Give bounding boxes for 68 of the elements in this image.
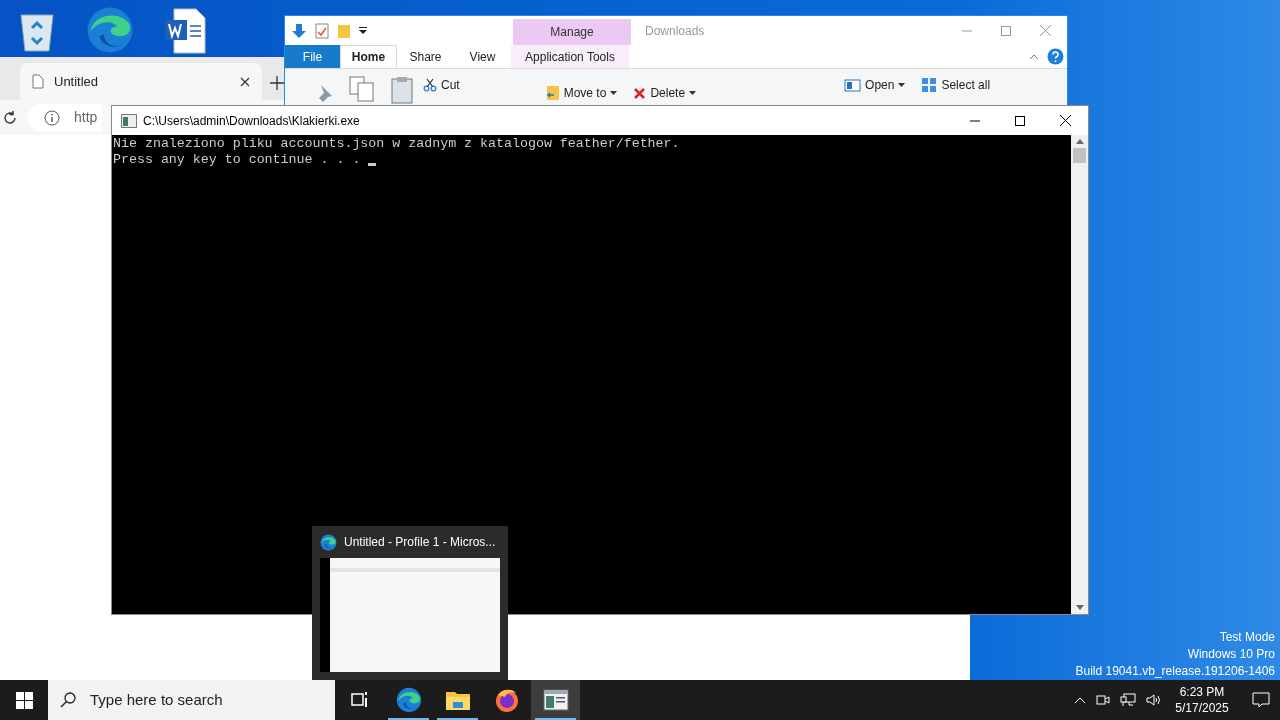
refresh-icon[interactable] [2, 109, 18, 126]
edge-icon [395, 687, 422, 713]
ribbon-command[interactable]: Move to [545, 84, 618, 102]
caret-icon [689, 91, 697, 95]
preview-title: Untitled - Profile 1 - Micros... [344, 534, 496, 551]
info-icon [44, 109, 60, 126]
windows-logo-icon [15, 691, 33, 709]
close-icon[interactable] [240, 76, 250, 87]
desktop-text: Build 19041.vb_release.191206-1406 [1075, 663, 1275, 680]
page-icon [32, 74, 44, 89]
network-icon[interactable] [1120, 693, 1136, 707]
collapse-ribbon-icon[interactable] [1029, 53, 1039, 60]
clock-date[interactable]: 5/17/2025 [1175, 700, 1229, 716]
ribbon-command[interactable]: Select all [921, 76, 991, 94]
search-icon [60, 692, 76, 708]
address-bar[interactable]: http [28, 103, 102, 132]
delete-icon [633, 86, 647, 100]
taskbar-app[interactable] [531, 680, 580, 720]
close-icon[interactable] [1060, 115, 1071, 126]
window-title: Downloads [645, 22, 705, 40]
clipboard-icon[interactable] [391, 76, 413, 104]
console-line: Press any key to continue . . . [113, 152, 361, 168]
tab-title: Untitled [54, 72, 100, 91]
firefox-icon [493, 687, 520, 713]
ribbon-command[interactable]: Delete [633, 84, 697, 102]
ribbon-tab[interactable]: Home [340, 45, 397, 68]
search-field[interactable]: Type here to search [48, 680, 335, 720]
maximize-icon[interactable] [1015, 115, 1025, 126]
new-tab-icon[interactable] [270, 76, 284, 90]
properties-icon[interactable] [315, 22, 329, 39]
console-window-icon [542, 689, 569, 711]
ribbon-tab[interactable]: Share [397, 45, 454, 68]
browser-tab[interactable]: Untitled [20, 63, 262, 100]
taskbar-preview[interactable]: Untitled - Profile 1 - Micros... [312, 526, 508, 680]
scrollbar[interactable] [1071, 135, 1088, 614]
camera-icon[interactable] [1096, 693, 1110, 707]
edge-shortcut-icon [86, 6, 134, 54]
scroll-thumb[interactable] [1073, 148, 1086, 163]
folder-icon [444, 689, 471, 711]
dropdown-icon[interactable] [359, 26, 367, 35]
ribbon-tab[interactable]: File [285, 45, 340, 68]
window-title: C:\Users\admin\Downloads\Klakierki.exe [143, 112, 360, 130]
notification-icon[interactable] [1252, 692, 1270, 708]
help-icon[interactable] [1047, 48, 1064, 65]
desktop-text: Windows 10 Pro [1187, 646, 1275, 663]
ribbon-command[interactable]: Open [844, 76, 906, 94]
clock-time[interactable]: 6:23 PM [1179, 684, 1225, 700]
select-all-icon [921, 77, 938, 93]
task-view-icon [349, 691, 370, 709]
scissors-icon [423, 78, 437, 92]
chevron-up-icon[interactable] [1074, 696, 1086, 704]
caret-icon [898, 83, 906, 87]
console-window-icon [121, 113, 137, 128]
caret-icon [610, 91, 618, 95]
volume-icon[interactable] [1146, 693, 1162, 707]
edge-icon [320, 533, 337, 551]
document-icon[interactable] [164, 8, 206, 54]
download-arrow-icon[interactable] [291, 22, 307, 39]
cursor-icon [368, 163, 377, 166]
ribbon-tab[interactable]: View [454, 45, 511, 68]
desktop-text: Test Mode [1219, 629, 1275, 646]
ribbon-command[interactable]: Cut [423, 76, 460, 94]
ribbon-tab[interactable]: Application Tools [511, 45, 629, 68]
address-text: http [74, 108, 98, 127]
console-line: Nie znaleziono pliku accounts.json w zadnym z katalogow feather/fether. [113, 136, 680, 152]
scroll-down-icon[interactable] [1075, 605, 1084, 610]
scroll-up-icon[interactable] [1075, 139, 1084, 144]
open-icon [844, 78, 862, 92]
